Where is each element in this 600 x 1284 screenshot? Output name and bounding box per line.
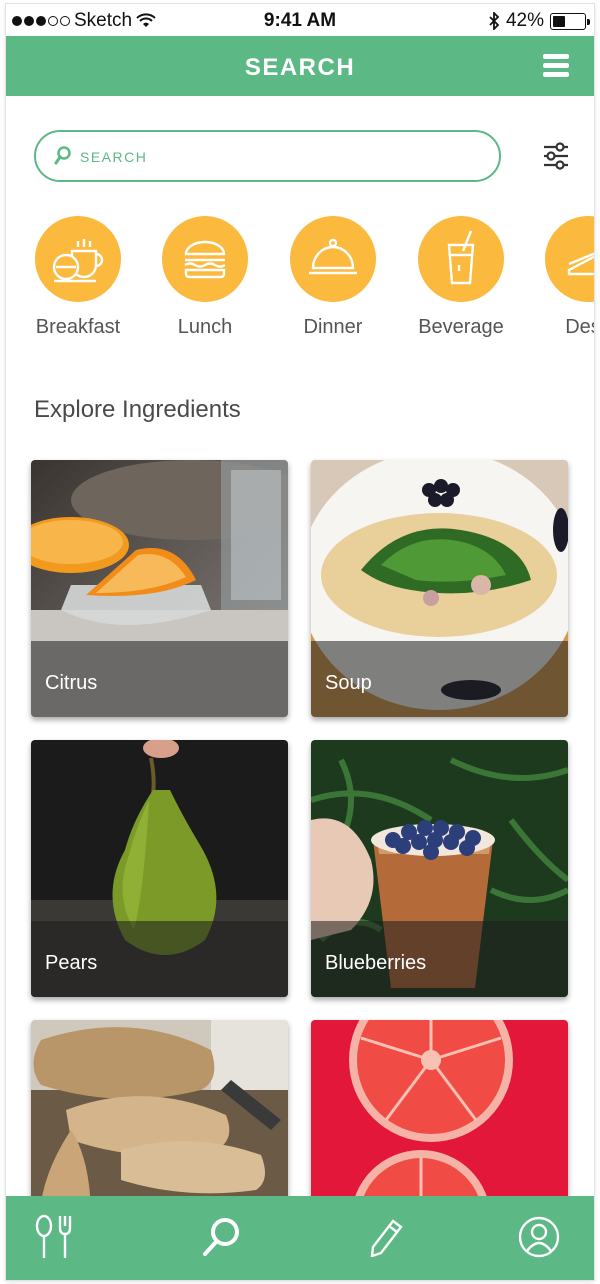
cloche-icon: [290, 216, 376, 302]
bottom-tab-bar: [6, 1196, 594, 1280]
card-label: Citrus: [45, 672, 98, 694]
search-icon: [54, 146, 71, 165]
category-label: Dinner: [303, 316, 363, 338]
search-input[interactable]: [80, 144, 480, 170]
category-label: Beverage: [418, 316, 504, 338]
category-lunch[interactable]: Lunch: [141, 216, 269, 339]
ingredient-card-citrus[interactable]: Citrus: [31, 460, 288, 717]
drink-icon: [418, 216, 504, 302]
sliders-icon[interactable]: [540, 140, 572, 172]
battery-percent: 42%: [505, 10, 544, 31]
category-label: Breakfast: [35, 316, 121, 338]
section-title: Explore Ingredients: [34, 396, 241, 423]
ingredient-card-soup[interactable]: Soup: [311, 460, 568, 717]
burger-icon: [162, 216, 248, 302]
breakfast-icon: [35, 216, 121, 302]
category-label: Dess: [565, 316, 594, 338]
category-label: Lunch: [177, 316, 233, 338]
search-icon[interactable]: [196, 1212, 246, 1262]
ingredient-card-pears[interactable]: Pears: [31, 740, 288, 997]
ingredient-card-blueberries[interactable]: Blueberries: [311, 740, 568, 997]
phone-screen: Sketch 9:41 AM 42% SEARCH SEARCH Breakfa…: [6, 4, 594, 1280]
pencil-icon[interactable]: [362, 1212, 412, 1262]
cutlery-icon[interactable]: [30, 1212, 80, 1262]
category-dessert[interactable]: Dess: [524, 216, 594, 339]
battery-icon: [550, 12, 590, 30]
category-dinner[interactable]: Dinner: [269, 216, 397, 339]
status-right: 42%: [488, 10, 590, 32]
profile-icon[interactable]: [514, 1212, 564, 1262]
status-bar: Sketch 9:41 AM 42%: [6, 4, 594, 36]
page-title: SEARCH: [244, 54, 356, 81]
app-header: SEARCH: [6, 36, 594, 96]
card-label: Pears: [45, 952, 98, 974]
card-label: Soup: [325, 672, 372, 694]
category-beverage[interactable]: Beverage: [397, 216, 525, 339]
hamburger-menu-icon[interactable]: [543, 54, 569, 78]
bluetooth-icon: [489, 12, 500, 30]
category-breakfast[interactable]: Breakfast: [14, 216, 142, 339]
card-label: Blueberries: [325, 952, 427, 974]
search-box[interactable]: [34, 130, 501, 182]
cake-icon: [545, 216, 594, 302]
category-carousel[interactable]: Breakfast Lunch Dinner Beverage De: [6, 216, 594, 346]
